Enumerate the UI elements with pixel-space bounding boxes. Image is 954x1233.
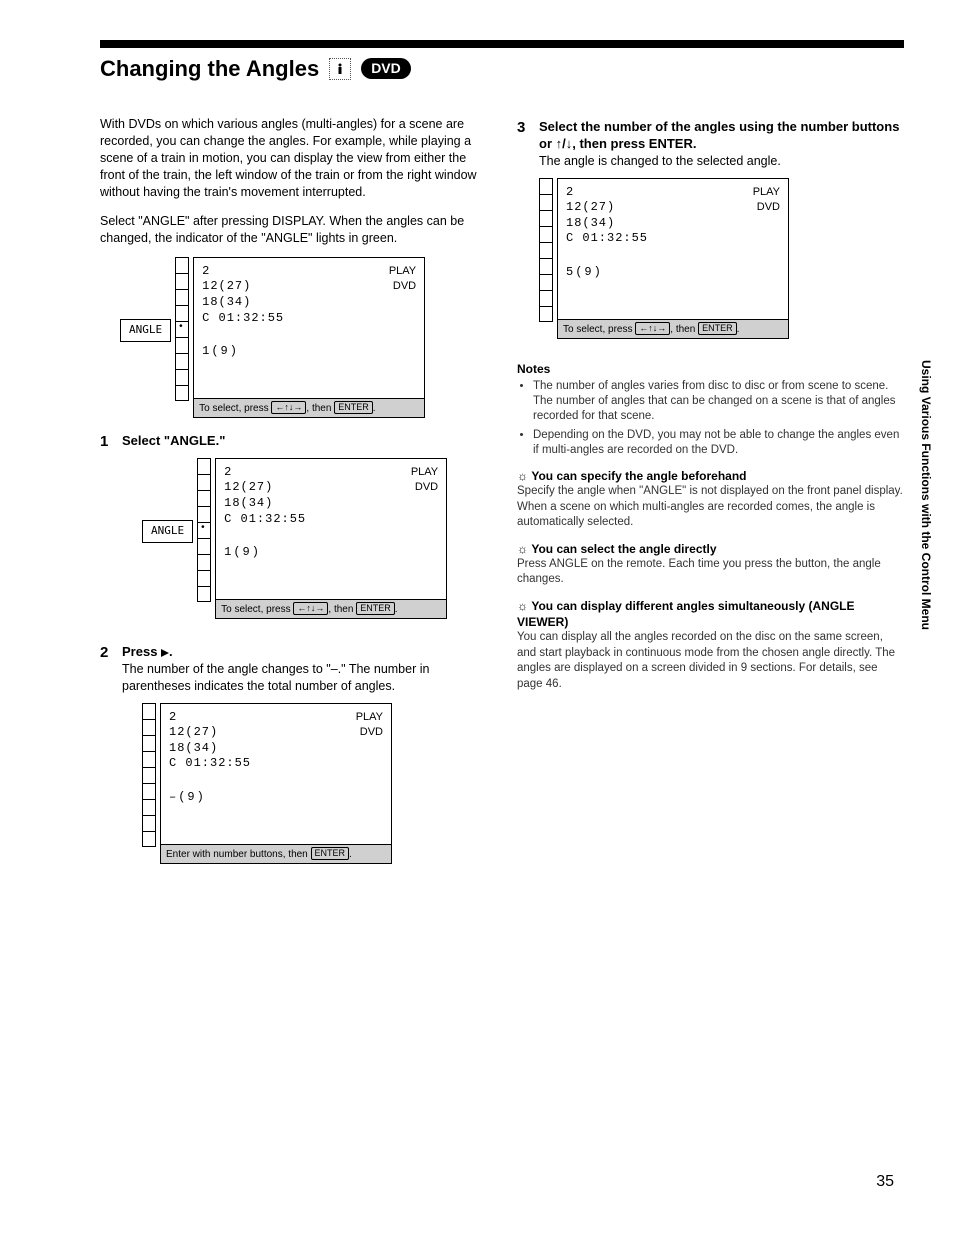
osd-angle-value: 5(9) [566, 265, 780, 281]
step-title: Select the number of the angles using th… [539, 118, 904, 153]
tip-heading: You can display different angles simulta… [517, 598, 904, 630]
osd-line: 2 [202, 264, 416, 280]
angle-badge: ANGLE [120, 319, 171, 342]
step-desc: The angle is changed to the selected ang… [539, 153, 904, 170]
note-item: Depending on the DVD, you may not be abl… [533, 428, 904, 458]
arrow-right-icon [161, 649, 169, 657]
osd-display-step1: ANGLE PLAY DVD [142, 458, 487, 620]
tip-1: You can specify the angle beforehand Spe… [517, 468, 904, 531]
osd-display-intro: ANGLE PLAY DVD 2 12(27) 18(34) [120, 257, 487, 419]
notes-heading: Notes [517, 361, 904, 377]
tip-3: You can display different angles simulta… [517, 598, 904, 692]
dvd-badge: DVD [361, 58, 411, 79]
tip-heading: You can select the angle directly [517, 541, 904, 557]
osd-line: C 01:32:55 [202, 311, 416, 327]
step-1: 1 Select "ANGLE." ANGLE [100, 432, 487, 629]
arrow-keys-icon: ←↑↓→ [271, 401, 306, 414]
angle-icon [329, 58, 351, 80]
step-number: 3 [517, 118, 531, 349]
osd-footer: To select, press ←↑↓→, then ENTER. [194, 398, 424, 418]
left-column: With DVDs on which various angles (multi… [100, 104, 487, 874]
osd-status-play: PLAY [389, 264, 416, 279]
step-title: Select "ANGLE." [122, 432, 487, 450]
step-desc: The number of the angle changes to "–." … [122, 661, 487, 695]
step-3: 3 Select the number of the angles using … [517, 118, 904, 349]
angle-badge: ANGLE [142, 520, 193, 543]
right-column: 3 Select the number of the angles using … [517, 104, 904, 874]
tip-body: You can display all the angles recorded … [517, 630, 904, 692]
ladder-icon [197, 458, 211, 602]
title-bar: Changing the Angles DVD [100, 40, 904, 84]
ladder-icon [539, 178, 553, 322]
tip-heading: You can specify the angle beforehand [517, 468, 904, 484]
intro-paragraph-1: With DVDs on which various angles (multi… [100, 116, 487, 200]
enter-key-icon: ENTER [334, 401, 373, 414]
page-number: 35 [876, 1171, 894, 1193]
tip-body: Press ANGLE on the remote. Each time you… [517, 557, 904, 588]
ladder-icon [175, 257, 189, 401]
note-item: The number of angles varies from disc to… [533, 379, 904, 424]
osd-angle-value: 1(9) [202, 344, 416, 360]
osd-angle-value: –(9) [169, 790, 383, 806]
side-tab: Using Various Functions with the Control… [918, 360, 934, 630]
ladder-icon [142, 703, 156, 847]
osd-status-dvd: DVD [389, 279, 416, 294]
intro-paragraph-2: Select "ANGLE" after pressing DISPLAY. W… [100, 213, 487, 247]
osd-display-step3: PLAY DVD 2 12(27) 18(34) C 01:32:55 5(9) [539, 178, 904, 340]
osd-line: 18(34) [202, 295, 416, 311]
notes-list: The number of angles varies from disc to… [517, 379, 904, 458]
osd-line: 12(27) [202, 279, 416, 295]
tip-body: Specify the angle when "ANGLE" is not di… [517, 484, 904, 531]
step-number: 1 [100, 432, 114, 629]
step-title: Press . [122, 643, 487, 661]
osd-display-step2: PLAY DVD 2 12(27) 18(34) C 01:32:55 –(9) [142, 703, 487, 865]
step-number: 2 [100, 643, 114, 874]
page-title: Changing the Angles [100, 54, 319, 84]
step-2: 2 Press . The number of the angle change… [100, 643, 487, 874]
tip-2: You can select the angle directly Press … [517, 541, 904, 588]
